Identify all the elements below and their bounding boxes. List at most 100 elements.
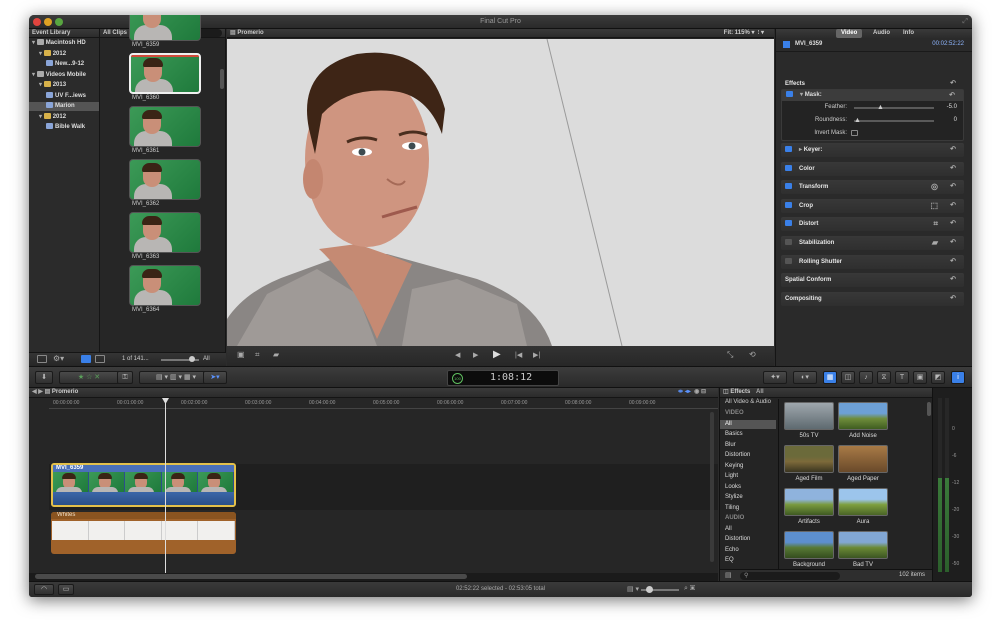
- clip-appearance-icon[interactable]: ▤ ▾: [627, 585, 639, 593]
- enable-checkbox[interactable]: [785, 220, 792, 227]
- inspector-row[interactable]: Stabilization ▰ ↶: [781, 236, 964, 250]
- clip-thumbnail[interactable]: [129, 265, 201, 306]
- library-item[interactable]: ▾ Macintosh HD: [29, 39, 86, 48]
- title-clip[interactable]: Whites: [51, 512, 236, 554]
- effects-category[interactable]: All: [720, 525, 776, 534]
- rewind-icon[interactable]: ◀: [455, 351, 460, 359]
- crop-tool-icon[interactable]: ⌗: [255, 350, 260, 360]
- effects-category[interactable]: Tiling: [720, 504, 776, 513]
- effect-tile[interactable]: Aged Paper: [838, 445, 888, 482]
- effects-category[interactable]: Echo: [720, 546, 776, 555]
- clip-thumbnail[interactable]: [129, 53, 201, 94]
- photos-icon[interactable]: ◫: [841, 371, 855, 384]
- invert-mask-checkbox[interactable]: [851, 130, 858, 136]
- onscreen-control-icon[interactable]: ⬚: [930, 199, 938, 213]
- edit-buttons[interactable]: ▤ ▾ ▥ ▾ ▦ ▾: [139, 371, 213, 384]
- onscreen-control-icon[interactable]: ◎: [931, 180, 938, 194]
- effects-filter[interactable]: All: [756, 389, 764, 395]
- video-clip[interactable]: MVI_6359: [51, 463, 236, 507]
- clip-size-knob[interactable]: [189, 356, 195, 362]
- browser-clip[interactable]: MVI_6360: [129, 53, 201, 101]
- zoom-level[interactable]: 115%: [735, 30, 750, 36]
- viewer-options-icon[interactable]: ▣: [237, 350, 245, 359]
- inspector-tab[interactable]: Audio: [868, 29, 895, 38]
- themes-icon[interactable]: ◩: [931, 371, 945, 384]
- import-media-icon[interactable]: ⬇: [35, 371, 53, 384]
- onscreen-control-icon[interactable]: ▰: [932, 236, 938, 250]
- enable-checkbox[interactable]: [785, 239, 792, 245]
- inspector-row[interactable]: Spatial Conform ↶: [781, 273, 964, 288]
- mask-reset-icon[interactable]: ↶: [949, 90, 955, 101]
- clip-thumbnail[interactable]: [129, 159, 201, 200]
- show-library-icon[interactable]: [37, 355, 47, 363]
- timeline-ruler[interactable]: 00:00:00:00 00:01:00:00 00:02:00:00 00:03:0…: [49, 398, 718, 409]
- library-item[interactable]: ▾ 2012: [29, 49, 66, 59]
- zoom-icon-small[interactable]: ⌕ ▣: [684, 585, 695, 593]
- mask-row[interactable]: ▾ Mask: ↶: [782, 90, 963, 101]
- inspector-row[interactable]: Rolling Shutter ↶: [781, 254, 964, 269]
- timecode-display[interactable]: 1:08:12: [490, 372, 532, 383]
- play-icon[interactable]: ▶: [493, 349, 501, 360]
- roundness-slider[interactable]: [854, 120, 934, 122]
- dashboard[interactable]: 100 1:08:12: [447, 370, 559, 386]
- browser-clip[interactable]: MVI_6362: [129, 159, 201, 207]
- browser-clip[interactable]: MVI_6364: [129, 265, 201, 313]
- reset-icon[interactable]: ↶: [950, 199, 956, 213]
- effects-category[interactable]: Distortion: [720, 535, 776, 544]
- feather-slider[interactable]: [854, 107, 934, 109]
- inspector-toggle-icon[interactable]: i: [951, 371, 965, 384]
- reset-icon[interactable]: ↶: [950, 180, 956, 194]
- inspector-tab[interactable]: Video: [836, 29, 863, 38]
- reset-icon[interactable]: ↶: [950, 273, 956, 287]
- browser-clip[interactable]: MVI_6363: [129, 212, 201, 260]
- effects-search[interactable]: ⚲: [740, 572, 840, 580]
- clip-thumbnail[interactable]: [129, 106, 201, 147]
- inspector-row[interactable]: Distort ⌗ ↶: [781, 217, 964, 232]
- retime-icon[interactable]: ◐▾: [793, 371, 817, 384]
- roundness-knob[interactable]: ▲: [854, 117, 861, 124]
- browser-clip[interactable]: MVI_6361: [129, 106, 201, 154]
- library-item[interactable]: Marion: [29, 102, 99, 111]
- timeline-vscroll[interactable]: [710, 412, 714, 562]
- effects-category[interactable]: Basics: [720, 430, 776, 439]
- effect-tile[interactable]: Add Noise: [838, 402, 888, 439]
- effects-category[interactable]: Stylize: [720, 493, 776, 502]
- inspector-row[interactable]: ▸ Keyer: ↶: [781, 143, 964, 157]
- effect-tile[interactable]: Artifacts: [784, 488, 834, 525]
- effects-scrollbar[interactable]: [927, 402, 931, 416]
- timeline-scrollbar[interactable]: [35, 574, 467, 579]
- clip-thumbnail[interactable]: [129, 15, 201, 41]
- feather-knob[interactable]: ▲: [877, 104, 884, 111]
- filmstrip-view-icon[interactable]: [81, 355, 91, 363]
- library-item[interactable]: ▾ 2012: [29, 112, 66, 122]
- enhancements-icon[interactable]: ✦▾: [763, 371, 787, 384]
- next-edit-icon[interactable]: ▶|: [533, 351, 540, 359]
- library-item[interactable]: ▾ Videos Mobile: [29, 70, 86, 80]
- effects-category[interactable]: All: [720, 419, 776, 429]
- inspector-row[interactable]: Crop ⬚ ↶: [781, 198, 964, 213]
- effect-tile[interactable]: Bad TV: [838, 531, 888, 567]
- effects-browser-icon[interactable]: ▦: [823, 371, 837, 384]
- library-item[interactable]: New...9-12: [29, 60, 84, 69]
- mask-checkbox[interactable]: [786, 91, 793, 97]
- inspector-row[interactable]: Transform ◎ ↶: [781, 180, 964, 195]
- transitions-icon[interactable]: ⧖: [877, 371, 891, 384]
- roundness-value[interactable]: 0: [954, 117, 957, 123]
- inspector-row[interactable]: Compositing ↶: [781, 291, 964, 306]
- effects-category[interactable]: Blur: [720, 441, 776, 450]
- reset-icon[interactable]: ↶: [950, 292, 956, 306]
- duration-filter[interactable]: All: [203, 356, 210, 362]
- effects-category[interactable]: Light: [720, 472, 776, 481]
- effect-tile[interactable]: 50s TV: [784, 402, 834, 439]
- library-item[interactable]: Bible Walk: [29, 123, 85, 132]
- effect-tile[interactable]: Aged Film: [784, 445, 834, 482]
- reset-icon[interactable]: ↶: [950, 255, 956, 269]
- effects-category[interactable]: EQ: [720, 556, 776, 565]
- titles-icon[interactable]: T: [895, 371, 909, 384]
- effects-category[interactable]: Keying: [720, 462, 776, 471]
- zoom-icon[interactable]: [55, 18, 63, 26]
- timeline-zoom-knob[interactable]: [646, 586, 653, 593]
- library-item[interactable]: ▾ 2013: [29, 81, 66, 90]
- reset-icon[interactable]: ↶: [950, 143, 956, 157]
- effect-tile[interactable]: Background: [784, 531, 834, 567]
